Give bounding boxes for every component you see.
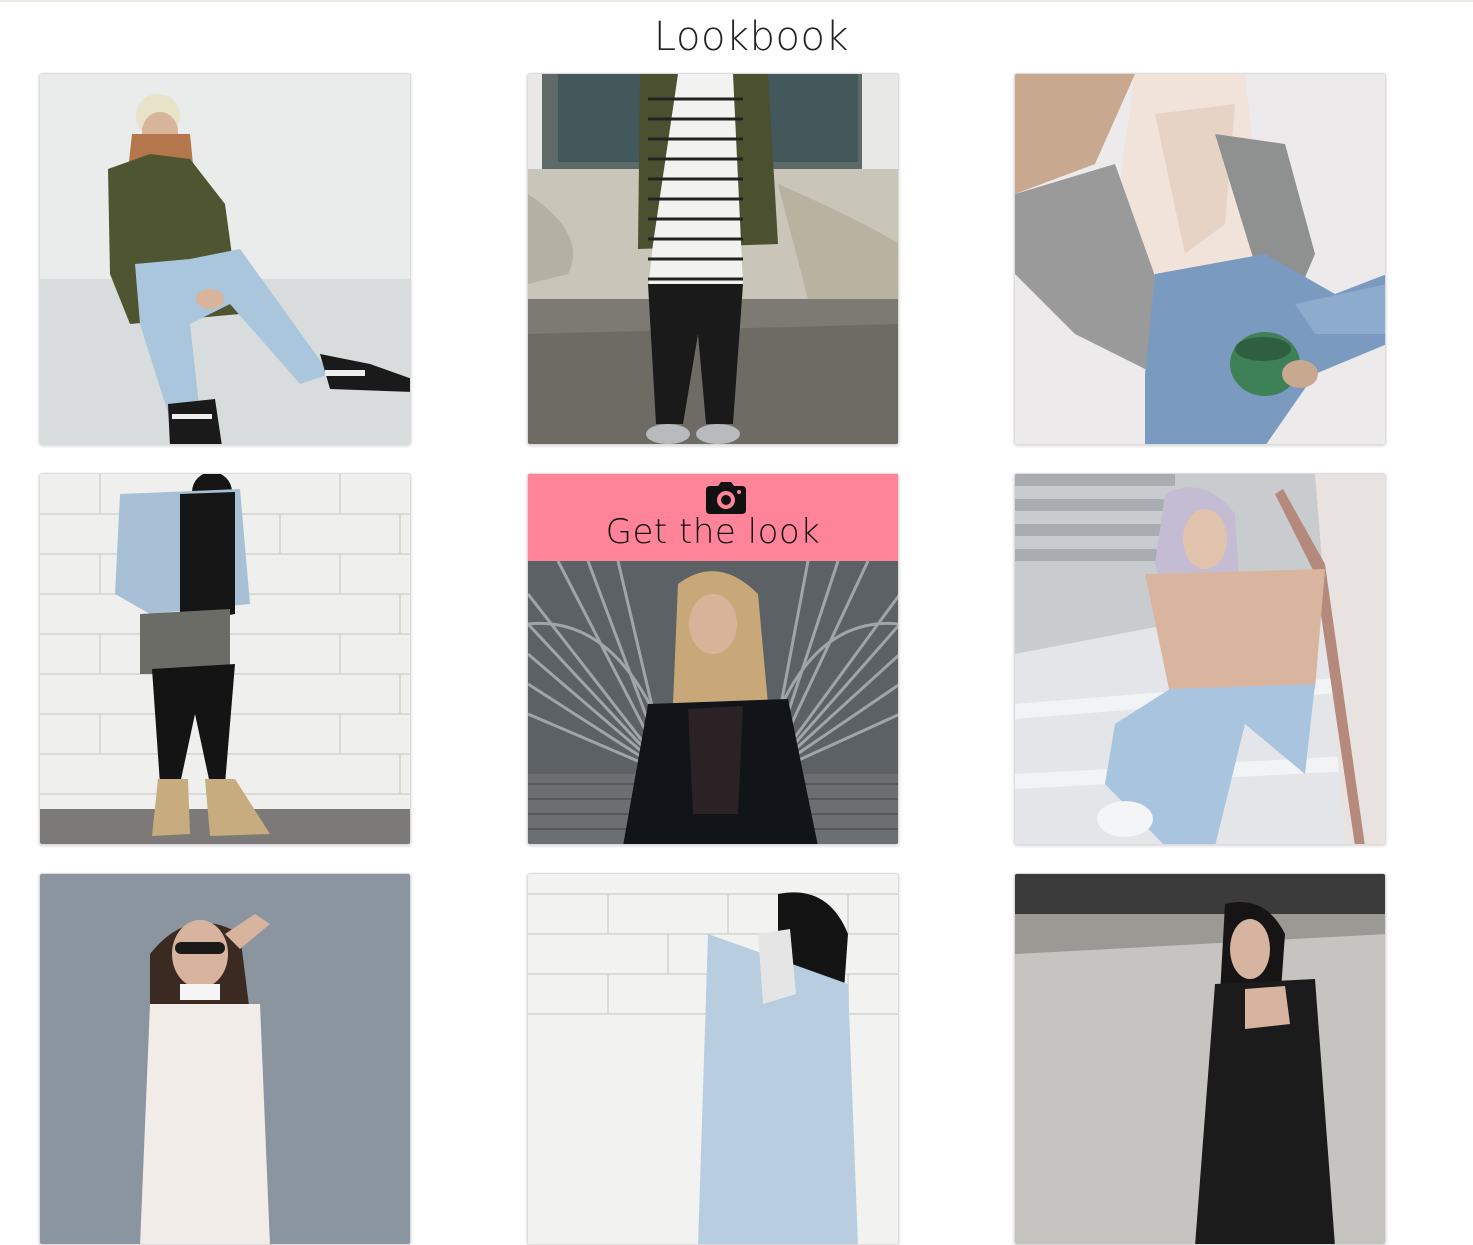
look-image-1: [40, 74, 410, 444]
look-tile-2[interactable]: [527, 73, 899, 445]
look-tile-9[interactable]: [1014, 873, 1386, 1245]
look-tile-1[interactable]: [39, 73, 411, 445]
look-image-3: [1015, 74, 1385, 444]
look-tile-7[interactable]: [39, 873, 411, 1245]
look-tile-4[interactable]: [39, 473, 411, 845]
look-tile-5[interactable]: Get the look: [527, 473, 899, 845]
look-tile-8[interactable]: [527, 873, 899, 1245]
look-image-9: [1015, 874, 1385, 1244]
top-divider: [0, 0, 1473, 2]
look-image-2: [528, 74, 898, 444]
get-the-look-overlay[interactable]: Get the look: [528, 474, 898, 561]
look-tile-3[interactable]: [1014, 73, 1386, 445]
look-image-6: [1015, 474, 1385, 844]
get-the-look-label: Get the look: [605, 512, 821, 552]
look-image-4: [40, 474, 410, 844]
look-tile-6[interactable]: [1014, 473, 1386, 845]
page-title: Lookbook: [653, 14, 850, 60]
look-image-7: [40, 874, 410, 1244]
look-image-8: [528, 874, 898, 1244]
camera-icon: [706, 482, 746, 514]
